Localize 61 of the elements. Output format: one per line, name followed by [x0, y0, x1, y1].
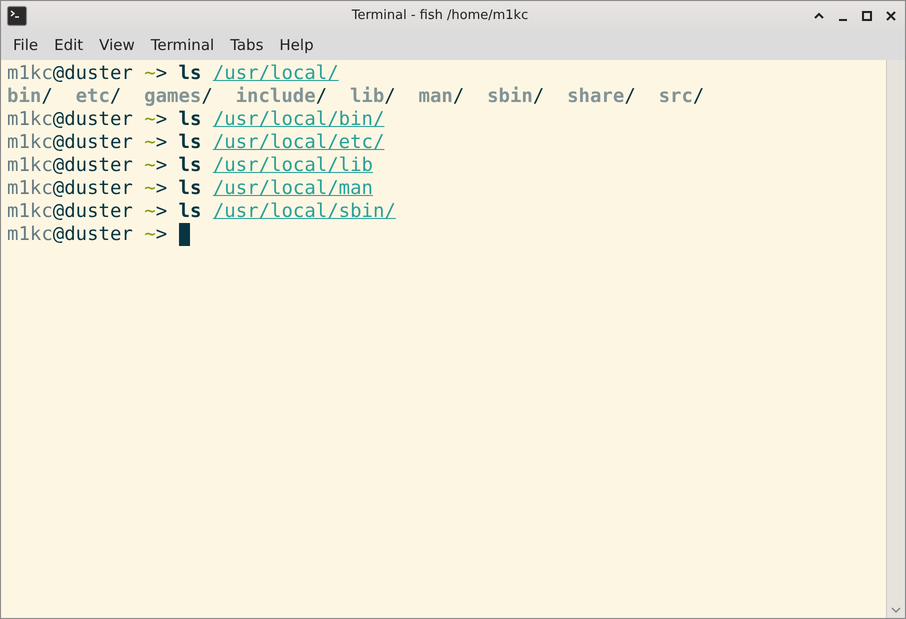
directory-name: bin/ — [7, 85, 53, 108]
prompt-host: @duster — [52, 223, 133, 246]
scroll-down-icon[interactable] — [891, 606, 901, 614]
prompt-symbol: > — [156, 177, 168, 200]
prompt-path: ~ — [144, 62, 156, 85]
maximize-icon[interactable] — [861, 10, 873, 22]
directory-name: share/ — [567, 85, 636, 108]
directory-name: lib/ — [350, 85, 396, 108]
close-icon[interactable] — [885, 10, 897, 22]
prompt-symbol: > — [156, 62, 168, 85]
directory-name: src/ — [658, 85, 704, 108]
prompt-user: m1kc — [7, 200, 53, 223]
prompt-symbol: > — [156, 131, 168, 154]
path-argument: /usr/local/bin/ — [212, 108, 384, 131]
path-argument: /usr/local/etc/ — [212, 131, 384, 154]
prompt-user: m1kc — [7, 108, 53, 131]
menu-item[interactable]: View — [91, 36, 143, 54]
path-argument: /usr/local/sbin/ — [212, 200, 396, 223]
prompt-user: m1kc — [7, 62, 53, 85]
prompt-user: m1kc — [7, 154, 53, 177]
menu-item[interactable]: Edit — [46, 36, 92, 54]
prompt-path: ~ — [144, 108, 156, 131]
directory-name: etc/ — [76, 85, 122, 108]
prompt-host: @duster — [52, 200, 133, 223]
prompt-symbol: > — [156, 223, 168, 246]
path-argument: /usr/local/ — [212, 62, 339, 85]
menu-item[interactable]: Tabs — [222, 36, 272, 54]
path-argument: /usr/local/man — [212, 177, 373, 200]
prompt-host: @duster — [52, 177, 133, 200]
prompt-user: m1kc — [7, 131, 53, 154]
prompt-path: ~ — [144, 200, 156, 223]
menu-item[interactable]: Terminal — [142, 36, 222, 54]
prompt-host: @duster — [52, 108, 133, 131]
prompt-symbol: > — [156, 200, 168, 223]
scrollbar[interactable] — [886, 60, 905, 618]
prompt-symbol: > — [156, 108, 168, 131]
command-text: ls — [178, 108, 202, 131]
command-text: ls — [178, 200, 202, 223]
command-text: ls — [178, 177, 202, 200]
prompt-user: m1kc — [7, 177, 53, 200]
prompt-host: @duster — [52, 131, 133, 154]
prompt-host: @duster — [52, 62, 133, 85]
window-title: Terminal - fish /home/m1kc — [350, 8, 530, 23]
prompt-host: @duster — [52, 154, 133, 177]
prompt-symbol: > — [156, 154, 168, 177]
prompt-path: ~ — [144, 154, 156, 177]
prompt-user: m1kc — [7, 223, 53, 246]
prompt-path: ~ — [144, 131, 156, 154]
menu-item[interactable]: Help — [271, 36, 322, 54]
directory-name: games/ — [144, 85, 213, 108]
directory-name: include/ — [236, 85, 328, 108]
command-text: ls — [178, 154, 202, 177]
terminal-icon — [7, 6, 27, 26]
path-argument: /usr/local/lib — [212, 154, 373, 177]
directory-name: sbin/ — [487, 85, 544, 108]
menu-item[interactable]: File — [5, 36, 46, 54]
prompt-path: ~ — [144, 177, 156, 200]
prompt-path: ~ — [144, 223, 156, 246]
command-text: ls — [178, 62, 202, 85]
command-text: ls — [178, 131, 202, 154]
directory-name: man/ — [418, 85, 464, 108]
